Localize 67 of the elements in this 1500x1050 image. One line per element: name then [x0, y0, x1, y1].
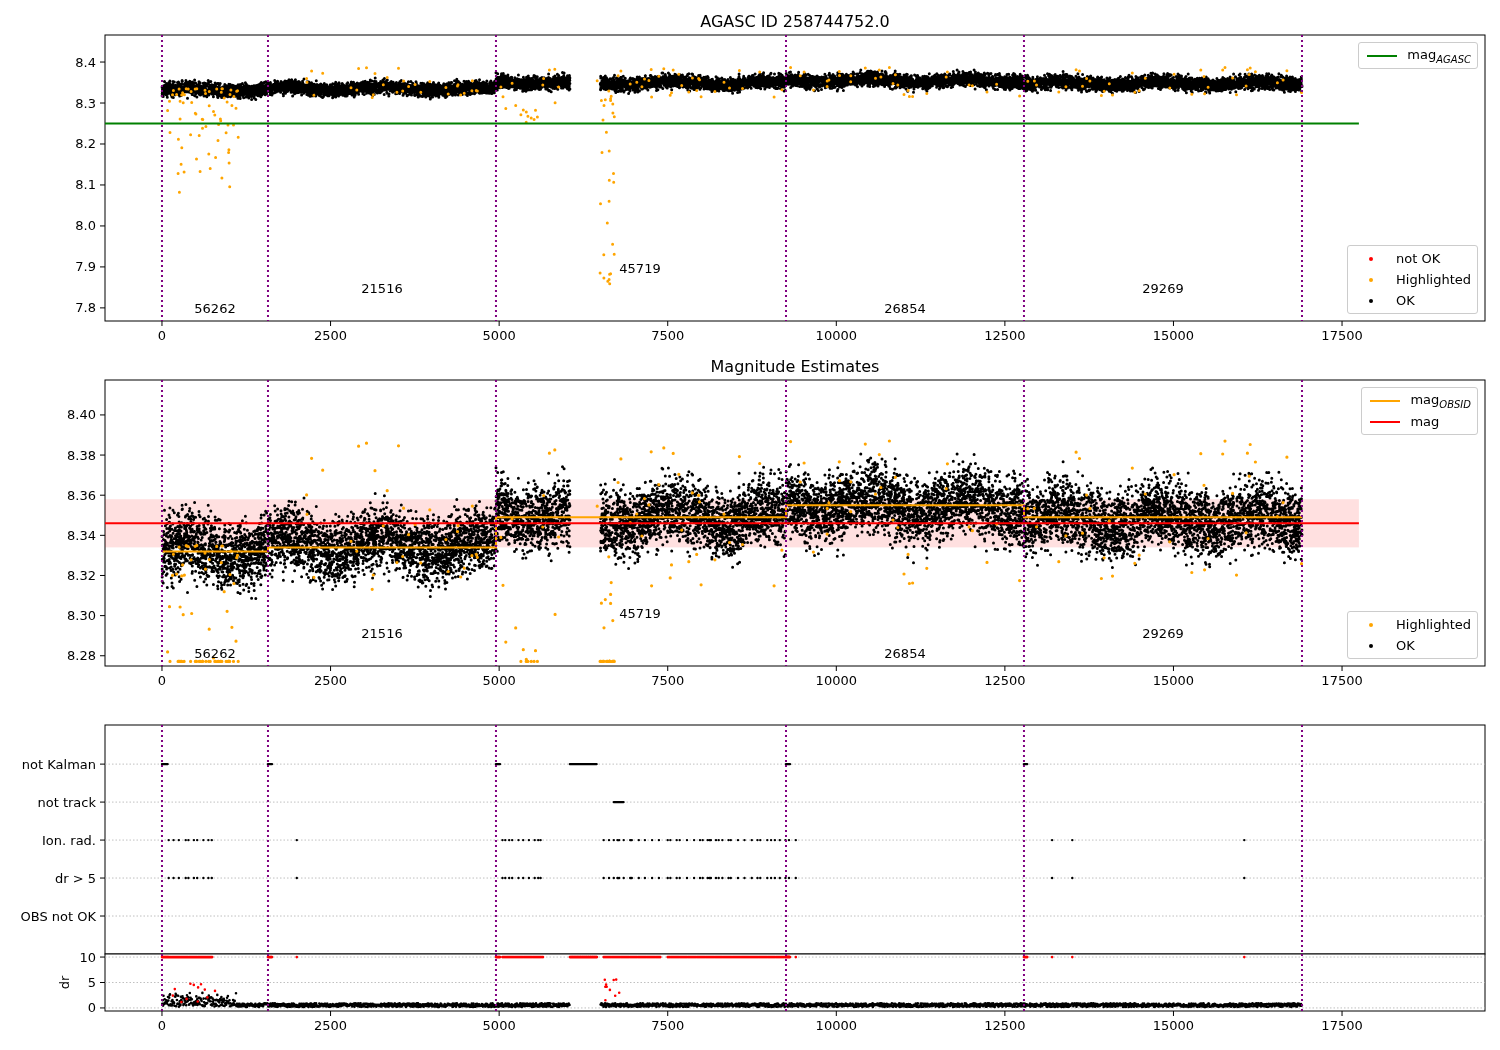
x-tick-label: 10000 — [815, 328, 857, 343]
x-tick-label: 7500 — [651, 673, 685, 688]
legend-label: Highlighted — [1396, 617, 1471, 632]
obsid-label: 29269 — [1142, 281, 1184, 296]
chart-title: AGASC ID 258744752.0 — [700, 12, 890, 31]
y-tick-label: 10 — [79, 949, 96, 965]
y-tick-label: dr > 5 — [54, 870, 96, 886]
y-tick-label: 5 — [87, 975, 96, 990]
x-tick-label: 7500 — [651, 1018, 685, 1033]
y-tick-label: not track — [37, 794, 96, 810]
y-tick-label: 8.32 — [67, 568, 96, 583]
legend-label: mag — [1410, 414, 1440, 429]
x-tick-label: 2500 — [314, 328, 348, 343]
x-tick-label: 12500 — [984, 673, 1026, 688]
x-tick-label: 0 — [157, 328, 167, 343]
legend-label: mag$_{OBSID}$ — [1410, 391, 1471, 410]
legend-label: OK — [1396, 638, 1415, 653]
x-tick-label: 15000 — [1152, 1018, 1195, 1033]
legend-label: Highlighted — [1396, 272, 1471, 287]
x-tick-label: 12500 — [984, 328, 1026, 343]
obsid-label: 26854 — [884, 646, 926, 661]
legend-label: mag$_{AGASC}$ — [1407, 46, 1471, 65]
obsid-label: 56262 — [194, 646, 236, 661]
obsid-label: 56262 — [194, 301, 236, 316]
y-tick-label: OBS not OK — [20, 908, 96, 924]
y-tick-label: 0 — [87, 1000, 96, 1016]
y-tick-label: 8.0 — [75, 218, 96, 234]
y-tick-label: 8.28 — [67, 648, 96, 664]
y-tick-label: 8.3 — [75, 95, 96, 111]
x-tick-label: 5000 — [482, 1018, 516, 1033]
x-tick-label: 15000 — [1152, 673, 1195, 688]
y-tick-label: 8.38 — [67, 447, 96, 463]
x-tick-label: 0 — [157, 1018, 167, 1033]
obsid-label: 21516 — [361, 626, 403, 641]
axis-label: dr — [57, 975, 72, 990]
obsid-label: 45719 — [619, 261, 661, 276]
y-tick-label: 8.4 — [75, 54, 96, 70]
chart-title: Magnitude Estimates — [710, 357, 880, 376]
y-tick-label: 8.34 — [67, 527, 96, 543]
y-tick-label: 8.36 — [67, 487, 96, 503]
obsid-label: 21516 — [361, 281, 403, 296]
x-tick-label: 10000 — [815, 673, 857, 688]
x-tick-label: 2500 — [314, 673, 348, 688]
x-tick-label: 5000 — [482, 328, 516, 343]
y-tick-label: 8.40 — [67, 407, 96, 423]
x-tick-label: 17500 — [1321, 673, 1363, 688]
legend-label: OK — [1396, 293, 1415, 308]
y-tick-label: 8.30 — [67, 608, 96, 624]
y-tick-label: 7.8 — [75, 300, 96, 316]
x-tick-label: 0 — [157, 673, 167, 688]
y-tick-label: 7.9 — [75, 259, 96, 275]
obsid-label: 45719 — [619, 606, 661, 621]
y-tick-label: not Kalman — [21, 756, 96, 772]
x-tick-label: 17500 — [1321, 1018, 1363, 1033]
obsid-label: 26854 — [884, 301, 926, 316]
x-tick-label: 7500 — [651, 328, 685, 343]
x-tick-label: 12500 — [984, 1018, 1026, 1033]
x-tick-label: 17500 — [1321, 328, 1363, 343]
x-tick-label: 2500 — [314, 1018, 348, 1033]
y-tick-label: Ion. rad. — [42, 832, 96, 848]
legend-label: not OK — [1396, 251, 1441, 266]
y-tick-label: 8.2 — [75, 136, 96, 152]
x-tick-label: 10000 — [815, 1018, 857, 1033]
obsid-label: 29269 — [1142, 626, 1184, 641]
x-tick-label: 5000 — [482, 673, 516, 688]
x-tick-label: 15000 — [1152, 328, 1195, 343]
y-tick-label: 8.1 — [75, 177, 96, 193]
